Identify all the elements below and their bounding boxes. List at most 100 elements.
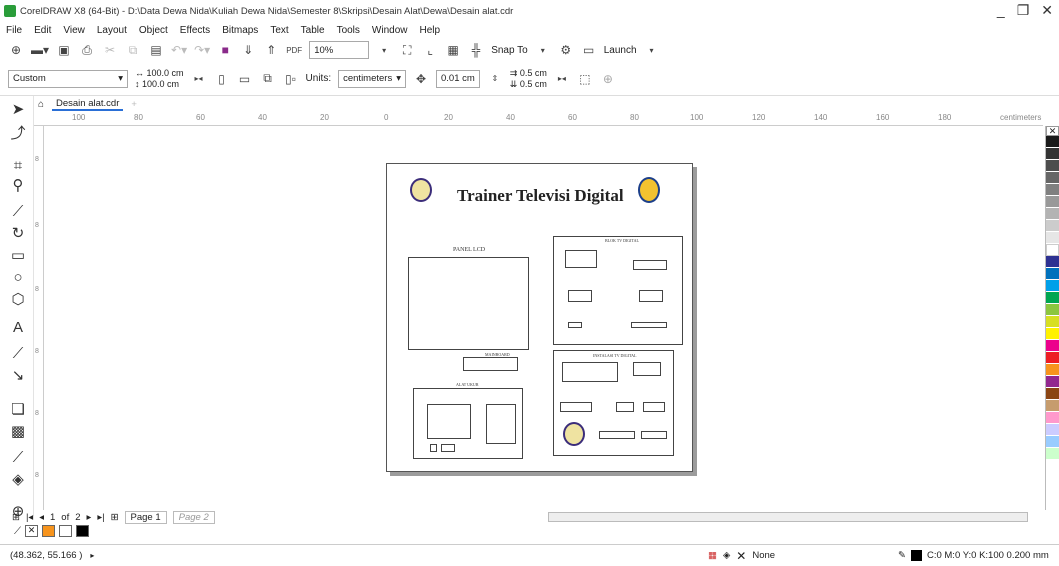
connector-tool-icon[interactable]: ↘ bbox=[8, 366, 28, 386]
palette-swatch[interactable] bbox=[1046, 172, 1059, 184]
menu-layout[interactable]: Layout bbox=[97, 25, 127, 36]
palette-swatch[interactable] bbox=[1046, 136, 1059, 148]
no-color-swatch[interactable]: ✕ bbox=[25, 525, 38, 537]
drawing-canvas[interactable]: Trainer Televisi Digital PANEL LCD BLOK … bbox=[44, 126, 1043, 510]
export-icon[interactable]: ⇑ bbox=[263, 42, 279, 58]
menu-view[interactable]: View bbox=[63, 25, 85, 36]
palette-swatch[interactable] bbox=[1046, 184, 1059, 196]
menu-window[interactable]: Window bbox=[372, 25, 408, 36]
palette-swatch[interactable] bbox=[1046, 388, 1059, 400]
size-spinner-icon[interactable]: ▸◂ bbox=[191, 71, 207, 87]
interactive-fill-icon[interactable]: ◈ bbox=[8, 470, 28, 490]
horizontal-ruler[interactable]: 100 80 60 40 20 0 20 40 60 80 100 120 14… bbox=[34, 112, 1043, 126]
launch-app-icon[interactable]: ▭ bbox=[581, 42, 597, 58]
black-swatch[interactable] bbox=[76, 525, 89, 537]
palette-swatch[interactable] bbox=[1046, 244, 1059, 256]
menu-table[interactable]: Table bbox=[301, 25, 325, 36]
new-document-icon[interactable]: ⊕ bbox=[8, 42, 24, 58]
rectangle-tool-icon[interactable]: ▭ bbox=[8, 246, 28, 266]
horizontal-scrollbar[interactable] bbox=[548, 512, 1028, 522]
portrait-icon[interactable]: ▯ bbox=[214, 71, 230, 87]
last-page-icon[interactable]: ▸| bbox=[97, 512, 104, 523]
outline-indicator[interactable]: ✎ C:0 M:0 Y:0 K:100 0.200 mm bbox=[898, 550, 1049, 561]
page-height-field[interactable]: ↕ 100.0 cm bbox=[135, 79, 184, 90]
all-pages-icon[interactable]: ⧉ bbox=[260, 71, 276, 87]
snap-to-button[interactable]: Snap To bbox=[491, 45, 528, 56]
nudge-distance-field[interactable]: 0.01 cm bbox=[436, 69, 480, 88]
white-swatch[interactable] bbox=[59, 525, 72, 537]
zoom-level-select[interactable]: 10% bbox=[309, 41, 370, 59]
palette-swatch[interactable] bbox=[1046, 376, 1059, 388]
cut-icon[interactable]: ✂ bbox=[102, 42, 118, 58]
palette-swatch[interactable] bbox=[1046, 280, 1059, 292]
duplicate-x-field[interactable]: ⇉ 0.5 cm bbox=[510, 68, 547, 79]
landscape-icon[interactable]: ▭ bbox=[237, 71, 253, 87]
show-rulers-icon[interactable]: ⌞ bbox=[422, 42, 438, 58]
close-button[interactable]: ✕ bbox=[1041, 2, 1053, 19]
freehand-tool-icon[interactable]: ⟋ bbox=[8, 202, 28, 222]
duplicate-spinner-icon[interactable]: ▸◂ bbox=[554, 71, 570, 87]
add-page-icon[interactable]: ⊞ bbox=[12, 512, 20, 523]
duplicate-y-field[interactable]: ⇊ 0.5 cm bbox=[510, 79, 547, 90]
menu-effects[interactable]: Effects bbox=[180, 25, 210, 36]
palette-swatch[interactable] bbox=[1046, 268, 1059, 280]
home-icon[interactable]: ⌂ bbox=[38, 99, 44, 110]
new-tab-icon[interactable]: + bbox=[131, 99, 137, 110]
palette-swatch[interactable] bbox=[1046, 148, 1059, 160]
page-width-field[interactable]: ↔ 100.0 cm bbox=[135, 68, 184, 79]
menu-edit[interactable]: Edit bbox=[34, 25, 51, 36]
launch-button[interactable]: Launch bbox=[604, 45, 637, 56]
guidelines-icon[interactable]: ╬ bbox=[468, 42, 484, 58]
palette-swatch[interactable] bbox=[1046, 220, 1059, 232]
color-eyedropper-icon[interactable]: ⟋ bbox=[8, 448, 28, 468]
palette-swatch[interactable] bbox=[1046, 232, 1059, 244]
parallel-dimension-tool-icon[interactable]: ⟋ bbox=[8, 344, 28, 364]
artistic-media-tool-icon[interactable]: ↻ bbox=[8, 224, 28, 244]
color-proof-icon[interactable]: ▦ bbox=[708, 550, 717, 561]
undo-icon[interactable]: ↶▾ bbox=[171, 42, 187, 58]
text-tool-icon[interactable]: A bbox=[8, 318, 28, 338]
palette-swatch[interactable] bbox=[1046, 316, 1059, 328]
import-icon[interactable]: ⇓ bbox=[240, 42, 256, 58]
palette-swatch[interactable] bbox=[1046, 256, 1059, 268]
next-page-icon[interactable]: ▸ bbox=[87, 512, 92, 523]
menu-bitmaps[interactable]: Bitmaps bbox=[222, 25, 258, 36]
palette-swatch[interactable] bbox=[1046, 340, 1059, 352]
redo-icon[interactable]: ↷▾ bbox=[194, 42, 210, 58]
menu-tools[interactable]: Tools bbox=[337, 25, 360, 36]
prev-page-icon[interactable]: ◂ bbox=[39, 512, 44, 523]
page-tab-2[interactable]: Page 2 bbox=[172, 510, 215, 524]
options-gear-icon[interactable]: ⚙ bbox=[558, 42, 574, 58]
palette-swatch[interactable] bbox=[1046, 436, 1059, 448]
ellipse-tool-icon[interactable]: ○ bbox=[8, 268, 28, 288]
page-preset-select[interactable]: Custom ▾ bbox=[8, 69, 128, 88]
minimize-button[interactable]: _ bbox=[997, 2, 1005, 19]
search-content-icon[interactable]: ■ bbox=[217, 42, 233, 58]
show-grid-icon[interactable]: ▦ bbox=[445, 42, 461, 58]
zoom-tool-icon[interactable]: ⚲ bbox=[8, 176, 28, 196]
crop-tool-icon[interactable]: ⌗ bbox=[8, 156, 28, 176]
fill-indicator[interactable]: ▦ ◈ ✕ None bbox=[708, 549, 775, 563]
treat-as-filled-icon[interactable]: ⬚ bbox=[577, 71, 593, 87]
palette-swatch[interactable] bbox=[1046, 352, 1059, 364]
eyedropper-icon[interactable]: ⟋ bbox=[14, 526, 21, 537]
transparency-tool-icon[interactable]: ▩ bbox=[8, 422, 28, 442]
full-screen-icon[interactable]: ⛶ bbox=[399, 42, 415, 58]
palette-swatch[interactable] bbox=[1046, 208, 1059, 220]
add-icon[interactable]: ⊕ bbox=[600, 71, 616, 87]
palette-swatch[interactable] bbox=[1046, 304, 1059, 316]
units-select[interactable]: centimeters ▾ bbox=[338, 69, 406, 88]
first-page-icon[interactable]: |◂ bbox=[26, 512, 33, 523]
save-icon[interactable]: ▣ bbox=[56, 42, 72, 58]
pdf-icon[interactable]: PDF bbox=[286, 42, 302, 58]
menu-file[interactable]: File bbox=[6, 25, 22, 36]
vertical-ruler[interactable]: 8 8 8 8 8 8 bbox=[34, 126, 44, 510]
page-tab-1[interactable]: Page 1 bbox=[124, 510, 167, 524]
document-page[interactable]: Trainer Televisi Digital PANEL LCD BLOK … bbox=[386, 163, 693, 472]
menu-text[interactable]: Text bbox=[270, 25, 288, 36]
print-icon[interactable]: ⎙ bbox=[79, 42, 95, 58]
paste-icon[interactable]: ▤ bbox=[148, 42, 164, 58]
document-tab[interactable]: Desain alat.cdr bbox=[52, 98, 124, 111]
polygon-tool-icon[interactable]: ⬡ bbox=[8, 290, 28, 310]
palette-swatch[interactable] bbox=[1046, 328, 1059, 340]
